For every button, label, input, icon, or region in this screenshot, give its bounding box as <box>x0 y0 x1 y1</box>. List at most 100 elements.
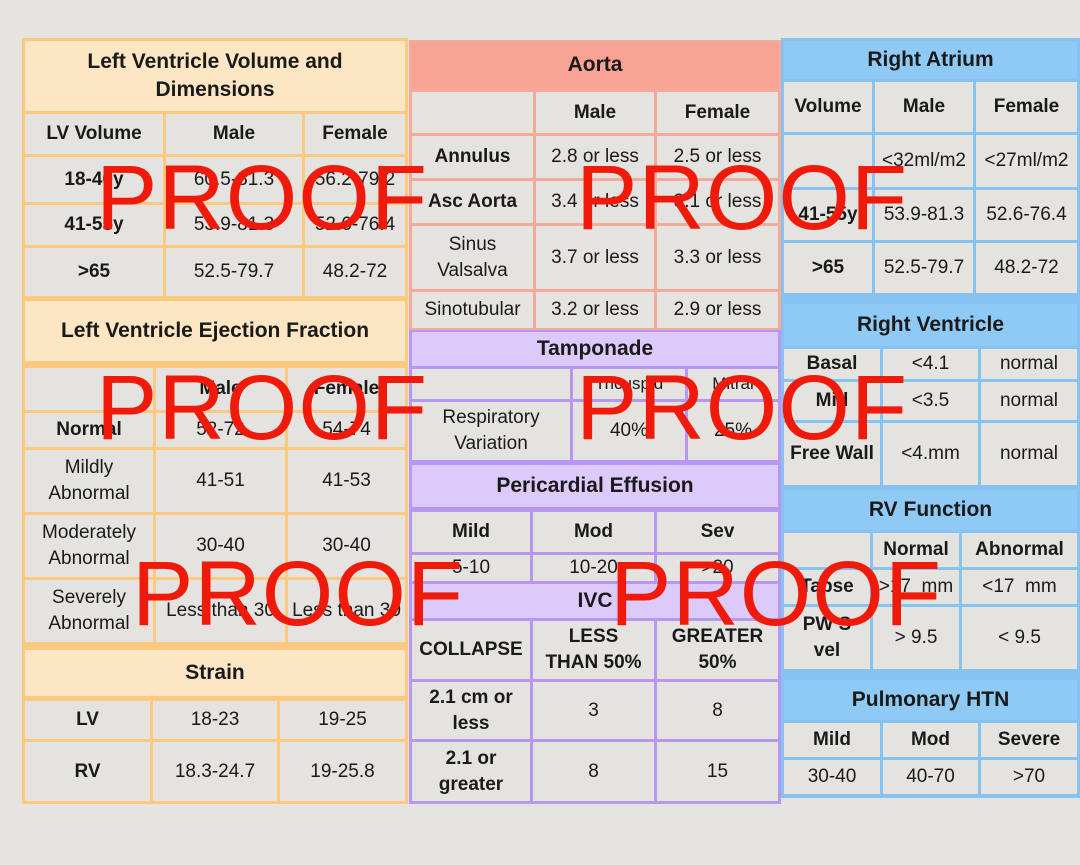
lv-ef-row-female: Less than 30 <box>288 580 405 642</box>
rv-row-value: <4.mm <box>883 423 978 485</box>
strain-title: Strain <box>25 650 405 696</box>
pericardial-header-mild: Mild <box>412 512 530 552</box>
tamponade-header-tricuspid: Tricuspid <box>573 369 685 399</box>
right-atrium-title: Right Atrium <box>784 41 1077 79</box>
rvf-row-label: PW S vel <box>784 607 870 669</box>
pericardial-header-mod: Mod <box>533 512 654 552</box>
tamponade-header-blank <box>412 369 570 399</box>
rvf-header-abnormal: Abnormal <box>962 533 1077 567</box>
aorta-row-male: 2.8 or less <box>536 136 654 178</box>
lv-ef-row-label: Normal <box>25 413 153 447</box>
aorta-row-male: 3.7 or less <box>536 226 654 289</box>
lv-ef-header-male: Male <box>156 368 285 410</box>
lv-ef-row-female: 54-74 <box>288 413 405 447</box>
lv-ef-row-male: 52-72 <box>156 413 285 447</box>
aorta-row-female: 2.9 or less <box>657 292 778 328</box>
rv-function-title: RV Function <box>784 490 1077 530</box>
tamponade-row-label: Respiratory Variation <box>412 402 570 460</box>
rv-row-status: normal <box>981 382 1077 420</box>
phtn-row-mod: 40-70 <box>883 760 978 794</box>
strain-row-value: 19-25.8 <box>280 742 405 801</box>
purple-panel: Tamponade Tricuspid Mitral Respiratory V… <box>409 330 781 804</box>
aorta-panel: Aorta Male Female Annulus 2.8 or less 2.… <box>409 40 781 330</box>
ivc-row-greater: 15 <box>657 742 778 801</box>
pericardial-row-sev: >20 <box>657 555 778 581</box>
lv-volume-header-female: Female <box>305 114 405 154</box>
strain-row-label: LV <box>25 701 150 739</box>
lv-volume-row-female: 52.6-76.4 <box>305 205 405 245</box>
rv-row-status: normal <box>981 423 1077 485</box>
strain-row-value: 18-23 <box>153 701 277 739</box>
lv-volume-row-label: >65 <box>25 248 163 296</box>
lv-volume-header-male: Male <box>166 114 302 154</box>
ra-row-male: 52.5-79.7 <box>875 243 973 293</box>
lv-ef-row-male: 30-40 <box>156 515 285 577</box>
rvf-row-abnormal: <17 mm <box>962 570 1077 604</box>
lv-ef-row-female: 41-53 <box>288 450 405 512</box>
ivc-header-less: LESS THAN 50% <box>533 621 654 679</box>
ra-row-female: <27ml/m2 <box>976 135 1077 187</box>
aorta-row-male: 3.4 or less <box>536 181 654 223</box>
lv-ef-header-blank <box>25 368 153 410</box>
lv-ef-row-label: Mildly Abnormal <box>25 450 153 512</box>
ivc-row-label: 2.1 cm or less <box>412 682 530 739</box>
ivc-header-greater: GREATER 50% <box>657 621 778 679</box>
lv-ef-row-female: 30-40 <box>288 515 405 577</box>
strain-row-label: RV <box>25 742 150 801</box>
lv-volume-row-female: 48.2-72 <box>305 248 405 296</box>
right-ventricle-title: Right Ventricle <box>784 304 1077 346</box>
lv-volume-row-male: 60.5-81.3 <box>166 157 302 202</box>
ivc-header-collapse: COLLAPSE <box>412 621 530 679</box>
tamponade-row-tricuspid: 40% <box>573 402 685 460</box>
left-column: Left Ventricle Volume and Dimensions LV … <box>22 38 408 804</box>
aorta-row-label: Sinotubular <box>412 292 533 328</box>
ivc-row-less: 8 <box>533 742 654 801</box>
phtn-header-severe: Severe <box>981 723 1077 757</box>
lv-ef-title: Left Ventricle Ejection Fraction <box>25 301 405 361</box>
rvf-header-normal: Normal <box>873 533 959 567</box>
ra-row-male: <32ml/m2 <box>875 135 973 187</box>
ra-row-label: 41-55y <box>784 190 872 240</box>
aorta-title: Aorta <box>412 43 778 88</box>
ra-row-female: 52.6-76.4 <box>976 190 1077 240</box>
strain-row-value: 19-25 <box>280 701 405 739</box>
ra-header-female: Female <box>976 82 1077 132</box>
ra-row-female: 48.2-72 <box>976 243 1077 293</box>
aorta-row-male: 3.2 or less <box>536 292 654 328</box>
ivc-row-less: 3 <box>533 682 654 739</box>
pericardial-row-mod: 10-20 <box>533 555 654 581</box>
aorta-header-male: Male <box>536 92 654 133</box>
rvf-row-normal: >17 mm <box>873 570 959 604</box>
pericardial-header-sev: Sev <box>657 512 778 552</box>
aorta-header-blank <box>412 92 533 133</box>
rvf-header-blank <box>784 533 870 567</box>
aorta-row-female: 2.5 or less <box>657 136 778 178</box>
pericardial-title: Pericardial Effusion <box>412 465 778 507</box>
lv-volume-row-male: 53.9-81.3 <box>166 205 302 245</box>
pulmonary-htn-title: Pulmonary HTN <box>784 680 1077 720</box>
pericardial-row-mild: 5-10 <box>412 555 530 581</box>
phtn-header-mild: Mild <box>784 723 880 757</box>
rvf-row-label: Tapse <box>784 570 870 604</box>
ra-row-male: 53.9-81.3 <box>875 190 973 240</box>
lv-ef-header-female: Female <box>288 368 405 410</box>
lv-volume-row-female: 56.2-79.2 <box>305 157 405 202</box>
rv-row-status: normal <box>981 349 1077 379</box>
tamponade-title: Tamponade <box>412 332 778 366</box>
ra-row-label: >65 <box>784 243 872 293</box>
phtn-header-mod: Mod <box>883 723 978 757</box>
rvf-row-abnormal: < 9.5 <box>962 607 1077 669</box>
rv-row-label: Free Wall <box>784 423 880 485</box>
aorta-header-female: Female <box>657 92 778 133</box>
lv-ef-row-male: 41-51 <box>156 450 285 512</box>
phtn-row-mild: 30-40 <box>784 760 880 794</box>
ra-row-label <box>784 135 872 187</box>
lv-volume-row-label: 41-55y <box>25 205 163 245</box>
tamponade-row-mitral: 25% <box>688 402 778 460</box>
lv-ef-row-label: Severely Abnormal <box>25 580 153 642</box>
lv-volume-header-label: LV Volume <box>25 114 163 154</box>
tamponade-header-mitral: Mitral <box>688 369 778 399</box>
strain-row-value: 18.3-24.7 <box>153 742 277 801</box>
lv-volume-title: Left Ventricle Volume and Dimensions <box>25 41 405 111</box>
rvf-row-normal: > 9.5 <box>873 607 959 669</box>
